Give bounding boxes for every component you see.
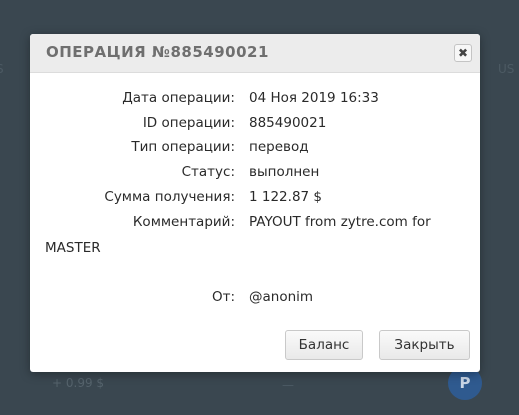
field-status-value: выполнен bbox=[249, 164, 320, 180]
operation-dialog: ОПЕРАЦИЯ №885490021 ✖ Дата операции: 04 … bbox=[30, 34, 480, 372]
field-amount: Сумма получения: 1 122.87 $ bbox=[30, 189, 480, 209]
field-from: От: @anonim bbox=[30, 289, 480, 309]
field-type-label: Тип операции: bbox=[131, 139, 235, 155]
background-fragment-right: US bbox=[498, 62, 515, 76]
field-type: Тип операции: перевод bbox=[30, 139, 480, 159]
field-amount-label: Сумма получения: bbox=[104, 189, 235, 205]
field-type-value: перевод bbox=[249, 139, 309, 155]
field-id-label: ID операции: bbox=[142, 115, 235, 131]
dialog-header: ОПЕРАЦИЯ №885490021 ✖ bbox=[30, 34, 480, 73]
badge-letter: P bbox=[459, 374, 471, 392]
close-icon: ✖ bbox=[457, 46, 469, 60]
field-date-label: Дата операции: bbox=[122, 90, 235, 106]
balance-button[interactable]: Баланс bbox=[285, 330, 363, 360]
field-comment-value: PAYOUT from zytre.com for bbox=[249, 214, 431, 230]
field-status-label: Статус: bbox=[181, 164, 235, 180]
field-date-value: 04 Ноя 2019 16:33 bbox=[249, 90, 379, 106]
dialog-title: ОПЕРАЦИЯ №885490021 bbox=[46, 43, 269, 61]
field-id: ID операции: 885490021 bbox=[30, 115, 480, 135]
close-button[interactable]: Закрыть bbox=[379, 330, 470, 360]
field-from-value: @anonim bbox=[249, 289, 314, 305]
field-comment: Комментарий: PAYOUT from zytre.com for bbox=[30, 214, 480, 234]
field-comment-continuation: MASTER bbox=[45, 240, 101, 256]
field-amount-value: 1 122.87 $ bbox=[249, 189, 322, 205]
background-fragment-left: S bbox=[0, 62, 4, 76]
field-comment-label: Комментарий: bbox=[132, 214, 235, 230]
close-icon-button[interactable]: ✖ bbox=[454, 44, 472, 62]
background-amount: + 0.99 $ bbox=[52, 376, 105, 390]
field-date: Дата операции: 04 Ноя 2019 16:33 bbox=[30, 90, 480, 110]
background-dash: — bbox=[282, 378, 294, 392]
field-id-value: 885490021 bbox=[249, 115, 327, 131]
field-from-label: От: bbox=[211, 289, 235, 305]
field-status: Статус: выполнен bbox=[30, 164, 480, 184]
